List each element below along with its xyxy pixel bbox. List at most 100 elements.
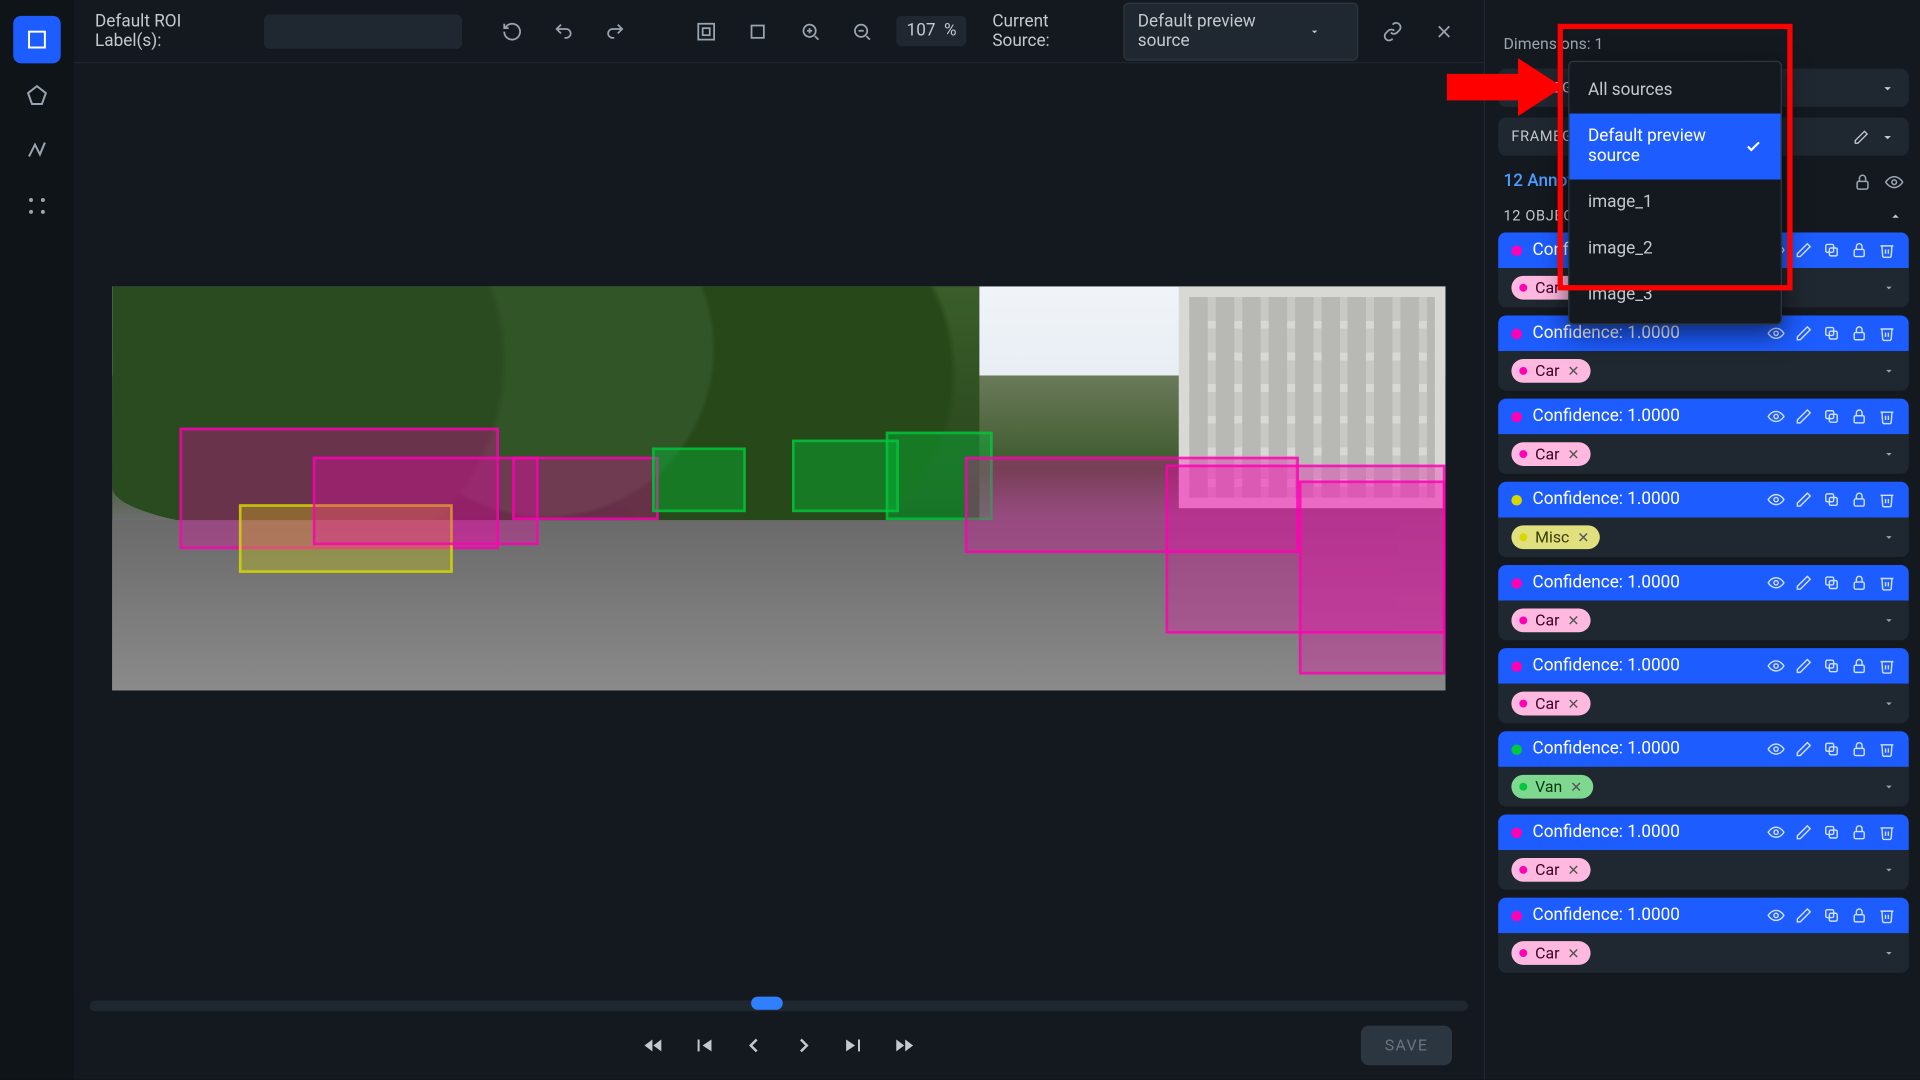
tag-remove-icon[interactable]: ✕ <box>1570 778 1582 795</box>
eye-icon[interactable] <box>1767 741 1784 758</box>
tool-rectangle[interactable] <box>13 16 61 64</box>
object-header[interactable]: Confidence: 1.0000 <box>1498 898 1909 934</box>
object-header[interactable]: Confidence: 1.0000 <box>1498 648 1909 684</box>
eye-icon[interactable] <box>1767 574 1784 591</box>
eye-icon[interactable] <box>1767 907 1784 924</box>
lock-icon[interactable] <box>1851 491 1868 508</box>
tag-remove-icon[interactable]: ✕ <box>1577 529 1589 546</box>
prev-icon[interactable] <box>742 1034 766 1058</box>
dropdown-item[interactable]: Default preview source <box>1569 114 1780 180</box>
trash-icon[interactable] <box>1878 242 1895 259</box>
eye-icon[interactable] <box>1885 172 1903 190</box>
lock-icon[interactable] <box>1851 657 1868 674</box>
chevron-down-icon[interactable] <box>1882 531 1895 544</box>
copy-icon[interactable] <box>1823 907 1840 924</box>
tool-polyline[interactable] <box>13 127 61 175</box>
chevron-down-icon[interactable] <box>1882 614 1895 627</box>
close-icon[interactable] <box>1427 13 1463 50</box>
eye-icon[interactable] <box>1767 824 1784 841</box>
edit-icon[interactable] <box>1795 491 1812 508</box>
bbox[interactable] <box>652 448 745 513</box>
zoom-in-icon[interactable] <box>792 13 828 50</box>
dropdown-item[interactable]: image_3 <box>1569 272 1780 318</box>
tag-remove-icon[interactable]: ✕ <box>1567 612 1579 629</box>
copy-icon[interactable] <box>1823 491 1840 508</box>
tag-pill[interactable]: Van✕ <box>1511 775 1593 799</box>
bbox[interactable] <box>512 456 659 521</box>
object-header[interactable]: Confidence: 1.0000 <box>1498 814 1909 850</box>
lock-icon[interactable] <box>1851 907 1868 924</box>
zoom-value[interactable]: 107 % <box>896 16 966 46</box>
copy-icon[interactable] <box>1823 741 1840 758</box>
timeline-thumb[interactable] <box>751 997 783 1010</box>
trash-icon[interactable] <box>1878 741 1895 758</box>
trash-icon[interactable] <box>1878 408 1895 425</box>
edit-icon[interactable] <box>1795 657 1812 674</box>
chevron-down-icon[interactable] <box>1882 364 1895 377</box>
roi-input[interactable] <box>264 14 462 48</box>
dropdown-item[interactable]: image_2 <box>1569 226 1780 272</box>
tool-polygon[interactable] <box>13 71 61 119</box>
tag-pill[interactable]: Misc✕ <box>1511 525 1600 549</box>
chevron-down-icon[interactable] <box>1882 281 1895 294</box>
next-icon[interactable] <box>792 1034 816 1058</box>
copy-icon[interactable] <box>1823 657 1840 674</box>
object-header[interactable]: Confidence: 1.0000 <box>1498 731 1909 767</box>
edit-icon[interactable] <box>1853 129 1869 145</box>
bbox[interactable] <box>792 440 899 513</box>
edit-icon[interactable] <box>1795 574 1812 591</box>
chevron-down-icon[interactable] <box>1882 697 1895 710</box>
source-select[interactable]: Default preview source <box>1123 2 1359 60</box>
copy-icon[interactable] <box>1823 824 1840 841</box>
bbox[interactable] <box>1299 480 1446 674</box>
tool-keypoints[interactable] <box>13 182 61 230</box>
link-icon[interactable] <box>1375 13 1411 50</box>
undo-history-icon[interactable] <box>494 13 530 50</box>
object-header[interactable]: Confidence: 1.0000 <box>1498 482 1909 518</box>
edit-icon[interactable] <box>1795 824 1812 841</box>
rewind-fast-icon[interactable] <box>642 1034 666 1058</box>
chevron-down-icon[interactable] <box>1882 780 1895 793</box>
undo-icon[interactable] <box>546 13 582 50</box>
eye-icon[interactable] <box>1767 325 1784 342</box>
tag-pill[interactable]: Car✕ <box>1511 442 1590 466</box>
forward-fast-icon[interactable] <box>892 1034 916 1058</box>
eye-icon[interactable] <box>1767 657 1784 674</box>
tag-remove-icon[interactable]: ✕ <box>1567 861 1579 878</box>
trash-icon[interactable] <box>1878 907 1895 924</box>
dropdown-item[interactable]: image_1 <box>1569 180 1780 226</box>
edit-icon[interactable] <box>1795 741 1812 758</box>
tag-remove-icon[interactable]: ✕ <box>1567 362 1579 379</box>
chevron-down-icon[interactable] <box>1882 946 1895 959</box>
chevron-down-icon[interactable] <box>1882 863 1895 876</box>
copy-icon[interactable] <box>1823 408 1840 425</box>
edit-icon[interactable] <box>1795 242 1812 259</box>
bbox[interactable] <box>312 456 539 545</box>
tag-remove-icon[interactable]: ✕ <box>1567 446 1579 463</box>
copy-icon[interactable] <box>1823 574 1840 591</box>
copy-icon[interactable] <box>1823 325 1840 342</box>
copy-icon[interactable] <box>1823 242 1840 259</box>
trash-icon[interactable] <box>1878 325 1895 342</box>
lock-icon[interactable] <box>1851 574 1868 591</box>
timeline[interactable] <box>90 1001 1468 1012</box>
tag-remove-icon[interactable]: ✕ <box>1567 944 1579 961</box>
tag-pill[interactable]: Car✕ <box>1511 359 1590 383</box>
tag-pill[interactable]: Car✕ <box>1511 692 1590 716</box>
lock-icon[interactable] <box>1851 824 1868 841</box>
dropdown-item[interactable]: All sources <box>1569 67 1780 113</box>
edit-icon[interactable] <box>1795 408 1812 425</box>
trash-icon[interactable] <box>1878 574 1895 591</box>
redo-icon[interactable] <box>597 13 633 50</box>
lock-icon[interactable] <box>1851 325 1868 342</box>
eye-icon[interactable] <box>1767 408 1784 425</box>
object-header[interactable]: Confidence: 1.0000 <box>1498 565 1909 601</box>
lock-icon[interactable] <box>1851 408 1868 425</box>
tag-pill[interactable]: Car✕ <box>1511 858 1590 882</box>
object-header[interactable]: Confidence: 1.0000 <box>1498 399 1909 435</box>
edit-icon[interactable] <box>1795 907 1812 924</box>
trash-icon[interactable] <box>1878 657 1895 674</box>
next-frame-icon[interactable] <box>842 1034 866 1058</box>
fit-screen-icon[interactable] <box>688 13 724 50</box>
zoom-out-icon[interactable] <box>844 13 880 50</box>
